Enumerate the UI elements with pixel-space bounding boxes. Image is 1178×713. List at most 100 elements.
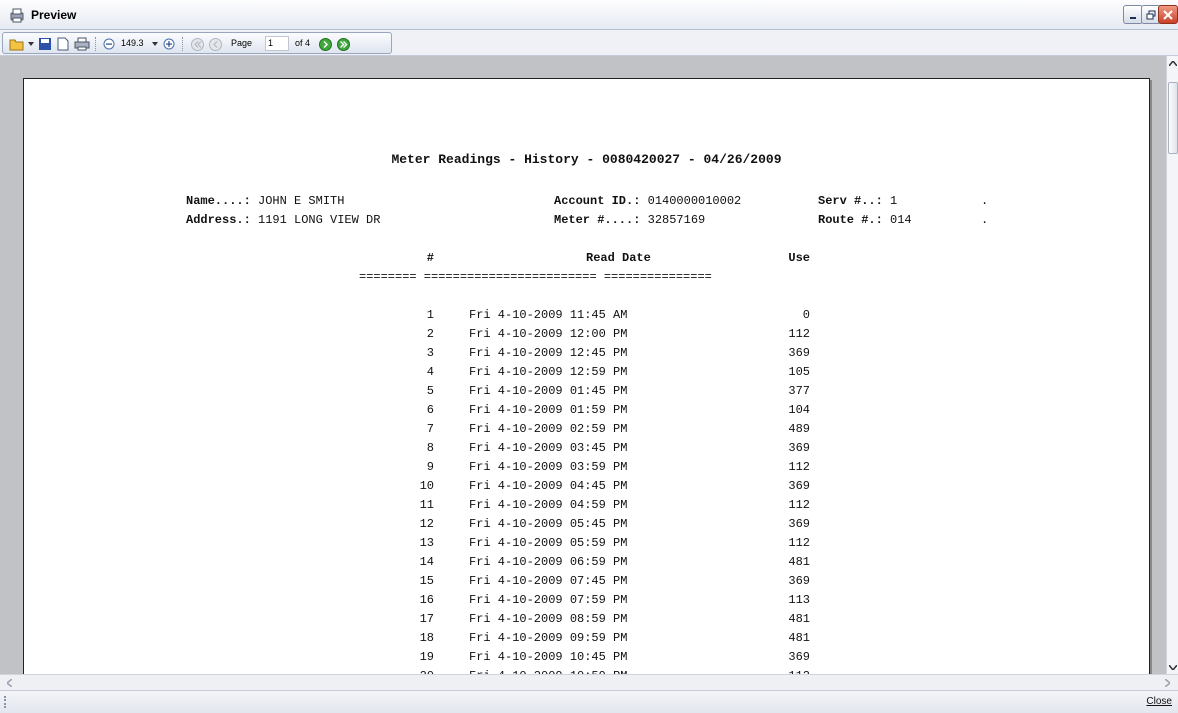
zoom-level[interactable]: 149.3 [121, 38, 144, 48]
row-read-date: Fri 4-10-2009 06:59 PM [469, 555, 628, 569]
page-number-input[interactable]: 1 [265, 36, 289, 51]
horizontal-scrollbar[interactable] [0, 674, 1178, 690]
table-row: 3 Fri 4-10-2009 12:45 PM 369 [24, 346, 1149, 365]
table-row: 9 Fri 4-10-2009 03:59 PM 112 [24, 460, 1149, 479]
address-value: 1191 LONG VIEW DR [258, 213, 381, 227]
header-rule: ======== ======================== ======… [359, 270, 712, 284]
zoom-in-button[interactable] [161, 36, 177, 52]
table-row: 8 Fri 4-10-2009 03:45 PM 369 [24, 441, 1149, 460]
row-use: 113 [788, 593, 810, 607]
table-row: 12 Fri 4-10-2009 05:45 PM 369 [24, 517, 1149, 536]
table-row: 19 Fri 4-10-2009 10:45 PM 369 [24, 650, 1149, 669]
chevron-left-icon [6, 679, 12, 687]
restore-icon [1146, 10, 1156, 19]
page-setup-button[interactable] [55, 36, 71, 52]
meter-field: Meter #....: 32857169 [554, 213, 705, 227]
open-button[interactable] [7, 36, 27, 52]
close-icon [1163, 9, 1173, 20]
row-read-date: Fri 4-10-2009 10:45 PM [469, 650, 628, 664]
chevron-down-icon [152, 42, 158, 46]
row-number: 8 [426, 441, 434, 455]
row-use: 0 [802, 308, 810, 322]
route-field: Route #.: 014 [818, 213, 912, 227]
row-number: 4 [426, 365, 434, 379]
table-row: 11 Fri 4-10-2009 04:59 PM 112 [24, 498, 1149, 517]
page-icon [57, 37, 69, 51]
toolbar-row: 149.3 Page 1 of 4 [0, 30, 1178, 56]
row-use: 112 [788, 498, 810, 512]
table-row: 14 Fri 4-10-2009 06:59 PM 481 [24, 555, 1149, 574]
row-read-date: Fri 4-10-2009 04:59 PM [469, 498, 628, 512]
row-number: 18 [419, 631, 434, 645]
row-use: 112 [788, 536, 810, 550]
account-field: Account ID.: 0140000010002 [554, 194, 741, 208]
document-viewport[interactable]: Meter Readings - History - 0080420027 - … [0, 56, 1166, 674]
table-row: 7 Fri 4-10-2009 02:59 PM 489 [24, 422, 1149, 441]
zoom-out-button[interactable] [101, 36, 117, 52]
dot-marker: . [981, 213, 989, 227]
table-row: 2 Fri 4-10-2009 12:00 PM 112 [24, 327, 1149, 346]
scroll-right-button[interactable] [1160, 676, 1174, 690]
row-use: 105 [788, 365, 810, 379]
table-row: 4 Fri 4-10-2009 12:59 PM 105 [24, 365, 1149, 384]
folder-open-icon [9, 39, 24, 51]
zoom-out-icon [103, 38, 115, 50]
column-header-num: # [426, 251, 434, 265]
row-read-date: Fri 4-10-2009 05:59 PM [469, 536, 628, 550]
toolbar-separator [182, 37, 184, 51]
row-read-date: Fri 4-10-2009 07:45 PM [469, 574, 628, 588]
row-use: 369 [788, 479, 810, 493]
serv-label: Serv #..: [818, 194, 883, 208]
table-row: 18 Fri 4-10-2009 09:59 PM 481 [24, 631, 1149, 650]
first-page-button[interactable] [189, 36, 205, 52]
row-number: 10 [419, 479, 434, 493]
row-read-date: Fri 4-10-2009 09:59 PM [469, 631, 628, 645]
next-page-button[interactable] [317, 36, 333, 52]
row-use: 377 [788, 384, 810, 398]
row-use: 112 [788, 460, 810, 474]
row-use: 481 [788, 631, 810, 645]
row-number: 14 [419, 555, 434, 569]
zoom-dropdown[interactable] [151, 36, 159, 52]
minimize-button[interactable] [1123, 5, 1143, 24]
table-row: 6 Fri 4-10-2009 01:59 PM 104 [24, 403, 1149, 422]
previous-page-button[interactable] [207, 36, 223, 52]
row-use: 369 [788, 650, 810, 664]
row-number: 3 [426, 346, 434, 360]
last-page-button[interactable] [335, 36, 351, 52]
row-read-date: Fri 4-10-2009 04:45 PM [469, 479, 628, 493]
row-use: 369 [788, 574, 810, 588]
close-window-button[interactable] [1158, 5, 1178, 24]
preview-app-icon [10, 8, 24, 23]
status-grip [4, 696, 6, 708]
row-number: 1 [426, 308, 434, 322]
chevron-down-icon [1169, 664, 1177, 670]
scroll-left-button[interactable] [2, 676, 16, 690]
toolbar: 149.3 Page 1 of 4 [2, 32, 392, 54]
row-use: 104 [788, 403, 810, 417]
print-button[interactable] [73, 36, 91, 52]
address-label: Address.: [186, 213, 251, 227]
row-read-date: Fri 4-10-2009 12:45 PM [469, 346, 628, 360]
row-read-date: Fri 4-10-2009 03:45 PM [469, 441, 628, 455]
chevron-up-icon [1169, 60, 1177, 66]
zoom-in-icon [163, 38, 175, 50]
scroll-up-button[interactable] [1167, 56, 1178, 70]
save-button[interactable] [37, 36, 53, 52]
table-row: 10 Fri 4-10-2009 04:45 PM 369 [24, 479, 1149, 498]
address-field: Address.: 1191 LONG VIEW DR [186, 213, 380, 227]
row-read-date: Fri 4-10-2009 11:45 AM [469, 308, 628, 322]
row-read-date: Fri 4-10-2009 12:00 PM [469, 327, 628, 341]
vertical-scrollbar[interactable] [1166, 56, 1178, 674]
scroll-down-button[interactable] [1167, 660, 1178, 674]
row-read-date: Fri 4-10-2009 03:59 PM [469, 460, 628, 474]
row-use: 481 [788, 612, 810, 626]
meter-value: 32857169 [647, 213, 706, 227]
row-use: 369 [788, 346, 810, 360]
open-dropdown[interactable] [27, 36, 35, 52]
scroll-thumb[interactable] [1168, 82, 1178, 154]
last-page-icon [336, 37, 350, 51]
dot-marker: . [981, 194, 989, 208]
close-preview-button[interactable]: Close [1146, 696, 1172, 707]
row-number: 6 [426, 403, 434, 417]
